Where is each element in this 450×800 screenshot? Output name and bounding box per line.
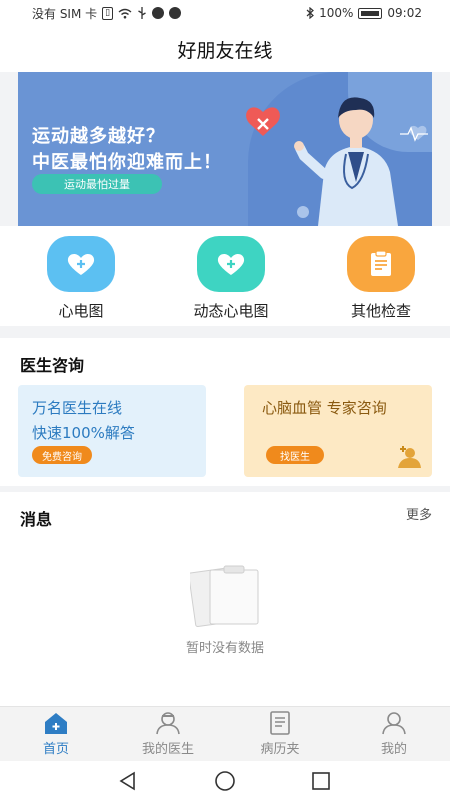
clock: 09:02: [387, 6, 422, 20]
tab-label: 首页: [42, 742, 69, 757]
app-notification-icon-2: [169, 7, 182, 19]
find-doctor-button[interactable]: 找医生: [266, 446, 324, 464]
status-bar: 没有 SIM 卡 ▯ 100% 09:02: [0, 0, 450, 26]
recents-icon[interactable]: [311, 771, 331, 791]
menu-item-other-exams[interactable]: 其他检查: [321, 236, 441, 321]
page-title: 好朋友在线: [177, 39, 273, 62]
tab-mine[interactable]: 我的: [338, 711, 450, 757]
promo-banner[interactable]: 运动越多越好？ 中医最怕你迎难而上！ 运动最怕过量: [18, 72, 432, 226]
status-left: 没有 SIM 卡 ▯: [32, 5, 182, 22]
menu-item-ecg[interactable]: 心电图: [21, 236, 141, 321]
doctor-icon: [398, 446, 421, 468]
battery-percent: 100%: [319, 6, 354, 20]
home-circle-icon[interactable]: [214, 770, 236, 792]
clipboard-icon: [347, 236, 415, 292]
document-icon: [270, 711, 290, 735]
system-nav-bar: [0, 761, 450, 800]
empty-clipboard-icon: [190, 565, 259, 628]
card-line: 万名医生在线: [32, 399, 123, 417]
doctor-icon: [156, 712, 180, 735]
card-line: 心脑血管 专家咨询: [262, 399, 387, 417]
banner-headline: 运动越多越好？: [32, 126, 165, 147]
free-consult-card[interactable]: 万名医生在线 快速100%解答 免费咨询: [18, 385, 206, 477]
free-consult-button[interactable]: 免费咨询: [32, 446, 92, 464]
home-icon: [45, 713, 67, 734]
carrier-text: 没有 SIM 卡: [32, 6, 98, 21]
user-icon: [382, 712, 406, 735]
find-doctor-card[interactable]: 心脑血管 专家咨询 找医生: [244, 385, 432, 477]
back-icon[interactable]: [118, 771, 138, 791]
tab-label: 我的医生: [141, 742, 194, 757]
menu-label: 其他检查: [350, 302, 411, 320]
bottom-tab-bar: 首页 我的医生 病历夹 我的: [0, 706, 450, 761]
tab-medical-records[interactable]: 病历夹: [224, 711, 336, 757]
banner-tag: 运动最怕过量: [32, 174, 162, 194]
tab-label: 病历夹: [260, 742, 300, 757]
menu-item-dynamic-ecg[interactable]: 动态心电图: [171, 236, 291, 321]
heart-plus-icon: [197, 236, 265, 292]
section-title: 消息: [20, 510, 53, 529]
battery-icon: [358, 7, 383, 19]
status-right: 100% 09:02: [306, 6, 422, 20]
banner-subheadline: 中医最怕你迎难而上！: [32, 152, 222, 173]
wifi-icon: [118, 8, 132, 19]
card-line: 快速100%解答: [32, 424, 135, 442]
usb-icon: [137, 7, 147, 19]
sim-icon: ▯: [102, 6, 114, 20]
section-title: 医生咨询: [20, 356, 85, 375]
menu-label: 动态心电图: [193, 302, 269, 320]
more-link[interactable]: 更多: [406, 504, 432, 523]
tab-label: 我的: [380, 742, 407, 757]
tab-my-doctor[interactable]: 我的医生: [112, 711, 224, 757]
menu-label: 心电图: [58, 302, 104, 320]
tab-home[interactable]: 首页: [0, 711, 112, 757]
app-header: 好朋友在线: [0, 26, 450, 72]
app-notification-icon: [152, 7, 165, 19]
function-menu: 心电图 动态心电图 其他检查: [0, 226, 450, 326]
empty-state-text: 暂时没有数据: [185, 641, 264, 656]
bluetooth-icon: [306, 7, 315, 19]
heart-plus-icon: [47, 236, 115, 292]
messages-section: 消息 更多 暂时没有数据: [0, 492, 450, 706]
doctor-consult-section: 医生咨询 万名医生在线 快速100%解答 免费咨询 心脑血管 专家咨询 找医生: [0, 338, 450, 486]
